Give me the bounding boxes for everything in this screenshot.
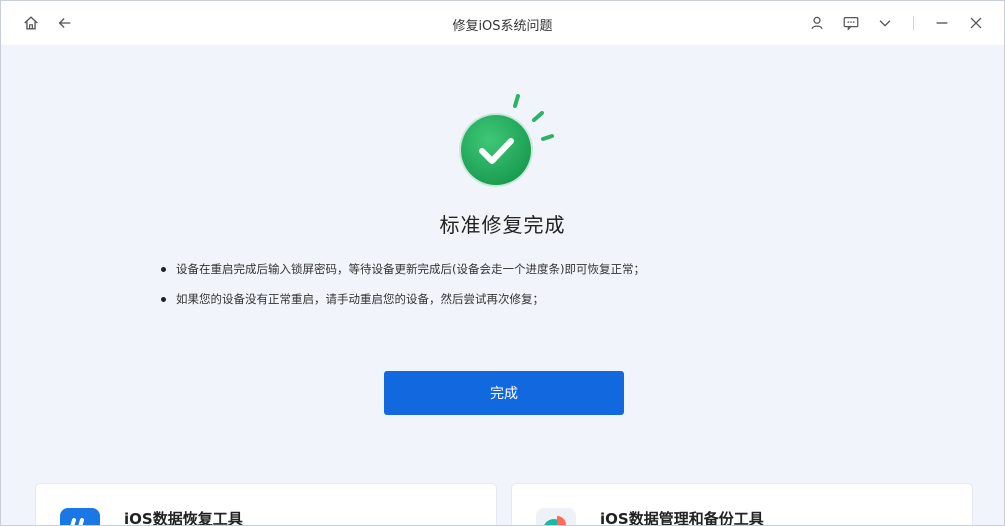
promo-card-data-backup[interactable]: iOS数据管理和备份工具 (512, 484, 972, 526)
promo-card-data-recovery[interactable]: iOS数据恢复工具 (36, 484, 496, 526)
card-title: iOS数据管理和备份工具 (600, 510, 764, 526)
instruction-item: 设备在重启完成后输入锁屏密码，等待设备更新完成后(设备会走一个进度条)即可恢复正… (161, 254, 645, 284)
minimize-icon[interactable] (932, 13, 952, 33)
feedback-icon[interactable] (841, 13, 861, 33)
app-window: 修复iOS系统问题 标准修复完成 设备在重启完成后输入锁屏密码，等待设备更新完成… (0, 0, 1005, 526)
page-title: 标准修复完成 (439, 213, 566, 237)
done-button[interactable]: 完成 (384, 371, 624, 415)
close-icon[interactable] (966, 13, 986, 33)
user-icon[interactable] (807, 13, 827, 33)
chevron-down-icon[interactable] (875, 13, 895, 33)
instruction-item: 如果您的设备没有正常重启，请手动重启您的设备，然后尝试再次修复； (161, 284, 645, 314)
data-recovery-app-icon (58, 504, 102, 525)
title-bar-right-controls (807, 13, 986, 33)
instruction-list: 设备在重启完成后输入锁屏密码，等待设备更新完成后(设备会走一个进度条)即可恢复正… (161, 254, 645, 314)
card-title: iOS数据恢复工具 (124, 510, 243, 526)
title-bar-divider (913, 16, 914, 30)
data-backup-app-icon (534, 504, 578, 525)
success-checkmark-graphic (456, 94, 566, 194)
title-bar: 修复iOS系统问题 (1, 1, 1004, 45)
